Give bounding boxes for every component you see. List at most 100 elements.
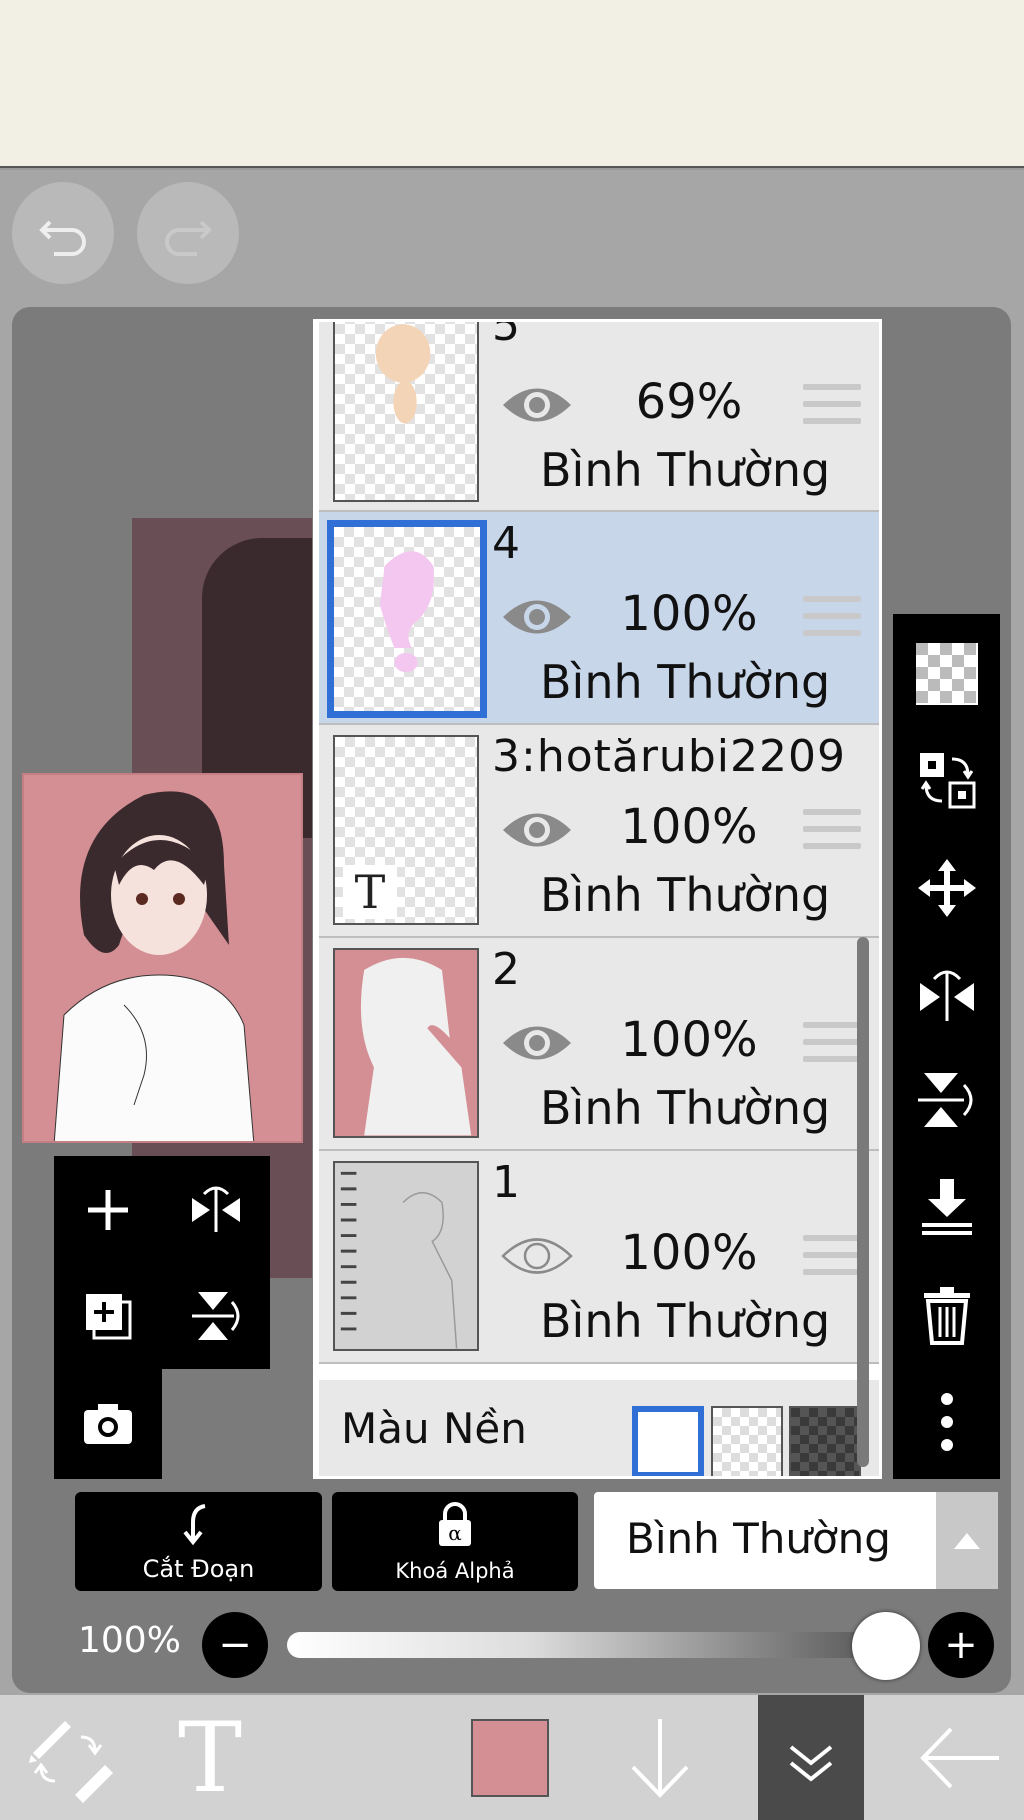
brush-eraser-icon [29, 1720, 113, 1803]
current-color-swatch [471, 1718, 549, 1797]
flip-vertical-layer-button[interactable] [907, 1060, 987, 1140]
layer-list-panel: 5 69% Bình Thường 4 100% Bình Thường T 3… [313, 319, 882, 1479]
layer-opacity[interactable]: 100% [619, 799, 759, 855]
trash-icon [924, 1287, 970, 1345]
clipping-arrow-icon [182, 1504, 205, 1546]
color-picker-button[interactable] [450, 1695, 570, 1820]
layer-list: 5 69% Bình Thường 4 100% Bình Thường T 3… [319, 322, 879, 1364]
layer-opacity[interactable]: 100% [619, 586, 759, 642]
alpha-lock-label: Khoá Alphả [395, 1559, 515, 1583]
add-layer-copy-button[interactable] [68, 1276, 148, 1356]
opacity-slider-track[interactable] [287, 1632, 887, 1658]
top-strip [0, 0, 1024, 168]
layer-opacity[interactable]: 100% [619, 1225, 759, 1281]
layer-list-scrollbar[interactable] [857, 937, 869, 1467]
arrow-down-icon [631, 1718, 689, 1798]
swap-icon [920, 753, 976, 809]
flip-horizontal-icon [920, 970, 974, 1021]
move-button[interactable] [907, 848, 987, 928]
drag-handle-icon[interactable] [803, 809, 861, 853]
text-tool-icon: T [177, 1701, 243, 1814]
flip-vertical-icon [918, 1073, 973, 1127]
background-dark-swatch[interactable] [789, 1406, 861, 1476]
drag-handle-icon[interactable] [803, 384, 861, 428]
layer-name: 2 [492, 944, 521, 995]
visibility-eye-icon[interactable] [499, 592, 575, 642]
background-transparent-swatch[interactable] [711, 1406, 783, 1476]
visibility-eye-icon[interactable] [499, 805, 575, 855]
more-options-button[interactable] [907, 1382, 987, 1462]
layer-thumbnail [333, 948, 479, 1138]
layer-row-2[interactable]: 2 100% Bình Thường [319, 938, 879, 1151]
layer-opacity[interactable]: 69% [619, 374, 759, 430]
add-layer-button[interactable] [68, 1170, 148, 1250]
opacity-decrease-button[interactable]: − [202, 1612, 268, 1678]
layer-row-3[interactable]: T 3:hotărubi2209 100% Bình Thường [319, 725, 879, 938]
layer-row-1[interactable]: 1 100% Bình Thường [319, 1151, 879, 1364]
transparency-checker-button[interactable] [907, 634, 987, 714]
layer-row-5[interactable]: 5 69% Bình Thường [319, 322, 879, 512]
layer-blend-mode: Bình Thường [540, 443, 831, 497]
layer-blend-mode: Bình Thường [540, 868, 831, 922]
flip-vertical-button[interactable] [176, 1276, 256, 1356]
svg-text:α: α [448, 1521, 462, 1545]
navigator-thumbnail[interactable] [22, 773, 303, 1143]
brush-eraser-toggle[interactable] [10, 1695, 130, 1820]
layer-panel-toggle[interactable] [758, 1695, 864, 1820]
drag-handle-icon[interactable] [803, 596, 861, 640]
layer-blend-mode: Bình Thường [540, 1294, 831, 1348]
text-layer-badge: T [343, 865, 397, 919]
undo-button[interactable] [12, 182, 114, 284]
duplicate-layer-icon [86, 1294, 132, 1340]
background-white-swatch[interactable] [632, 1406, 704, 1476]
flip-horizontal-icon [192, 1186, 240, 1232]
background-label: Màu Nền [341, 1404, 527, 1453]
merge-down-button[interactable] [907, 1168, 987, 1248]
visibility-eye-off-icon[interactable] [499, 1231, 575, 1281]
layer-thumbnail [333, 1161, 479, 1351]
flip-vertical-icon [192, 1292, 240, 1340]
text-tool-button[interactable]: T [150, 1695, 270, 1820]
layer-blend-mode: Bình Thường [540, 1081, 831, 1135]
redo-button[interactable] [137, 182, 239, 284]
swap-layer-button[interactable] [907, 740, 987, 820]
layer-thumbnail: T [333, 735, 479, 925]
delete-layer-button[interactable] [907, 1274, 987, 1354]
flip-horizontal-layer-button[interactable] [907, 954, 987, 1034]
right-tool-bar [893, 614, 1000, 1479]
back-button[interactable] [900, 1695, 1020, 1820]
dropdown-arrow-icon[interactable] [936, 1492, 998, 1589]
layer-name: 3:hotărubi2209 [492, 731, 846, 782]
clipping-label: Cắt Đoạn [142, 1555, 255, 1583]
layer-name: 5 [492, 319, 521, 351]
alpha-lock-button[interactable]: α Khoá Alphả [332, 1492, 578, 1591]
opacity-slider-knob[interactable] [852, 1612, 920, 1680]
layer-row-4[interactable]: 4 100% Bình Thường [319, 512, 879, 725]
checkerboard-icon [916, 643, 978, 705]
layer-opacity[interactable]: 100% [619, 1012, 759, 1068]
drag-handle-icon[interactable] [803, 1235, 861, 1279]
camera-icon [84, 1404, 132, 1444]
layer-name: 1 [492, 1157, 521, 1208]
move-icon [918, 859, 976, 917]
layer-down-button[interactable] [600, 1695, 720, 1820]
visibility-eye-icon[interactable] [499, 1018, 575, 1068]
bottom-toolbar: T [0, 1695, 1024, 1820]
blend-mode-select[interactable]: Bình Thường [594, 1492, 998, 1589]
redo-icon [165, 220, 212, 256]
opacity-value-label: 100% [78, 1620, 181, 1661]
opacity-increase-button[interactable]: + [928, 1612, 994, 1678]
camera-button[interactable] [68, 1384, 148, 1464]
clipping-button[interactable]: Cắt Đoạn [75, 1492, 322, 1591]
more-vertical-icon [941, 1393, 953, 1451]
layer-thumbnail [333, 322, 479, 502]
arrow-left-icon [920, 1727, 999, 1788]
undo-icon [39, 220, 86, 256]
flip-horizontal-button[interactable] [176, 1170, 256, 1250]
plus-icon [88, 1190, 128, 1230]
background-color-row: Màu Nền [319, 1380, 879, 1476]
drag-handle-icon[interactable] [803, 1022, 861, 1066]
blend-mode-value: Bình Thường [626, 1514, 891, 1563]
visibility-eye-icon[interactable] [499, 380, 575, 430]
merge-down-icon [922, 1179, 972, 1235]
